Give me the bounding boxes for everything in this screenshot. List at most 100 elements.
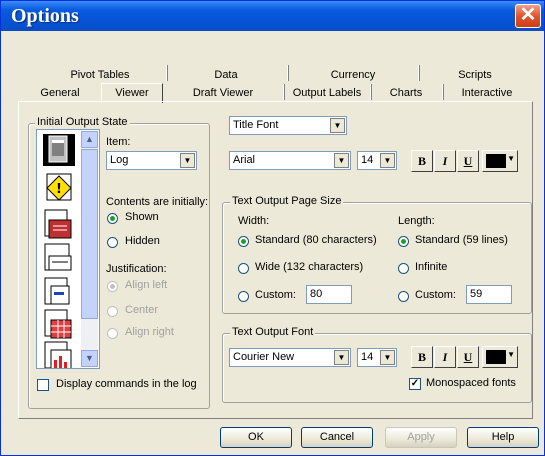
output-font-size-value: 14 xyxy=(361,351,374,363)
title-font-value: Arial xyxy=(233,154,256,166)
title-font-size-value: 14 xyxy=(361,154,374,166)
output-font-select[interactable]: Courier New ▼ xyxy=(229,348,351,367)
item-label: Item: xyxy=(106,136,131,148)
align-right-radio[interactable] xyxy=(107,328,118,339)
monospaced-label: Monospaced fonts xyxy=(426,377,516,389)
tab-draft-viewer[interactable]: Draft Viewer xyxy=(164,85,282,101)
output-font-label: Text Output Font xyxy=(230,326,316,338)
width-standard-label: Standard (80 characters) xyxy=(255,234,377,246)
align-left-label: Align left xyxy=(125,279,168,291)
width-wide-label: Wide (132 characters) xyxy=(255,261,364,273)
notes-icon[interactable] xyxy=(43,208,75,240)
title-font-select[interactable]: Arial ▼ xyxy=(229,151,351,170)
output-bold-button[interactable]: B xyxy=(411,346,433,368)
font-target-select[interactable]: Title Font ▼ xyxy=(229,116,347,135)
length-custom-radio[interactable] xyxy=(398,291,409,302)
center-radio[interactable] xyxy=(107,306,118,317)
chevron-down-icon: ▼ xyxy=(507,154,515,163)
close-icon: ✕ xyxy=(519,4,537,26)
page-size-label: Text Output Page Size xyxy=(230,195,344,207)
tab-pivot-tables[interactable]: Pivot Tables xyxy=(35,67,165,83)
tab-general[interactable]: General xyxy=(19,85,101,101)
chevron-down-icon: ▼ xyxy=(380,350,395,365)
warnings-icon[interactable]: ! xyxy=(43,172,75,204)
title-bar[interactable]: Options ✕ xyxy=(1,1,544,31)
output-font-size-select[interactable]: 14 ▼ xyxy=(357,348,397,367)
chevron-up-icon: ▲ xyxy=(85,134,94,144)
page-title-icon[interactable] xyxy=(43,276,75,308)
tab-data[interactable]: Data xyxy=(167,67,285,83)
shown-radio[interactable] xyxy=(107,213,118,224)
shown-label: Shown xyxy=(125,211,159,223)
title-italic-button[interactable]: I xyxy=(434,150,456,172)
pivot-table-icon[interactable] xyxy=(43,308,75,340)
title-underline-button[interactable]: U xyxy=(457,150,479,172)
close-button[interactable]: ✕ xyxy=(515,4,541,28)
font-target-value: Title Font xyxy=(233,119,279,131)
apply-button[interactable]: Apply xyxy=(385,427,457,448)
item-select-value: Log xyxy=(110,154,129,166)
width-custom-input[interactable]: 80 xyxy=(306,285,352,304)
length-standard-label: Standard (59 lines) xyxy=(415,234,508,246)
color-swatch xyxy=(486,350,506,364)
tab-interactive[interactable]: Interactive xyxy=(443,85,531,101)
window-title: Options xyxy=(11,5,79,27)
monospaced-checkbox[interactable]: ✓ xyxy=(409,378,421,390)
output-font-group xyxy=(222,333,532,403)
options-dialog: Options ✕ Pivot Tables Data Currency Scr… xyxy=(0,0,545,456)
hidden-radio[interactable] xyxy=(107,237,118,248)
chevron-down-icon: ▼ xyxy=(334,153,349,168)
tab-viewer[interactable]: Viewer xyxy=(101,83,163,103)
output-font-value: Courier New xyxy=(233,351,295,363)
ok-button[interactable]: OK xyxy=(220,427,292,448)
output-italic-button[interactable]: I xyxy=(434,346,456,368)
width-custom-label: Custom: xyxy=(255,289,296,301)
length-label: Length: xyxy=(398,215,435,227)
tab-output-labels[interactable]: Output Labels xyxy=(285,85,369,101)
log-icon[interactable] xyxy=(43,134,75,166)
chevron-down-icon: ▼ xyxy=(380,153,395,168)
chevron-down-icon: ▼ xyxy=(180,153,195,168)
display-commands-label: Display commands in the log xyxy=(56,378,197,390)
align-right-label: Align right xyxy=(125,326,174,338)
icon-list-scrollbar[interactable]: ▲ ▼ xyxy=(81,131,98,367)
length-standard-radio[interactable] xyxy=(398,236,409,247)
width-standard-radio[interactable] xyxy=(238,236,249,247)
svg-text:!: ! xyxy=(56,182,62,197)
help-button[interactable]: Help xyxy=(467,427,539,448)
scrollbar-thumb[interactable] xyxy=(81,149,98,319)
width-custom-radio[interactable] xyxy=(238,291,249,302)
length-infinite-radio[interactable] xyxy=(398,263,409,274)
tab-scripts[interactable]: Scripts xyxy=(419,67,531,83)
title-font-size-select[interactable]: 14 ▼ xyxy=(357,151,397,170)
contents-label: Contents are initially: xyxy=(106,196,209,208)
initial-output-state-label: Initial Output State xyxy=(35,116,130,128)
width-label: Width: xyxy=(238,215,270,227)
align-left-radio[interactable] xyxy=(107,281,118,292)
length-infinite-label: Infinite xyxy=(415,261,448,273)
chevron-down-icon: ▼ xyxy=(334,350,349,365)
title-icon[interactable] xyxy=(43,242,75,274)
output-underline-button[interactable]: U xyxy=(457,346,479,368)
tab-currency[interactable]: Currency xyxy=(289,67,417,83)
hidden-label: Hidden xyxy=(125,235,160,247)
chart-icon[interactable] xyxy=(43,340,75,369)
display-commands-checkbox[interactable] xyxy=(37,379,49,391)
chevron-down-icon: ▼ xyxy=(507,350,515,359)
output-color-button[interactable]: ▼ xyxy=(482,346,518,368)
width-wide-radio[interactable] xyxy=(238,263,249,274)
cancel-button[interactable]: Cancel xyxy=(301,427,373,448)
length-custom-label: Custom: xyxy=(415,289,456,301)
title-color-button[interactable]: ▼ xyxy=(482,150,518,172)
center-label: Center xyxy=(125,304,159,316)
scroll-up-button[interactable]: ▲ xyxy=(81,131,98,148)
tab-charts[interactable]: Charts xyxy=(371,85,441,101)
chevron-down-icon: ▼ xyxy=(85,353,94,363)
item-select[interactable]: Log ▼ xyxy=(106,151,197,170)
scroll-down-button[interactable]: ▼ xyxy=(81,350,98,367)
length-custom-input[interactable]: 59 xyxy=(466,285,512,304)
color-swatch xyxy=(486,154,506,168)
title-bold-button[interactable]: B xyxy=(411,150,433,172)
chevron-down-icon: ▼ xyxy=(330,118,345,133)
justification-label: Justification: xyxy=(106,263,167,275)
